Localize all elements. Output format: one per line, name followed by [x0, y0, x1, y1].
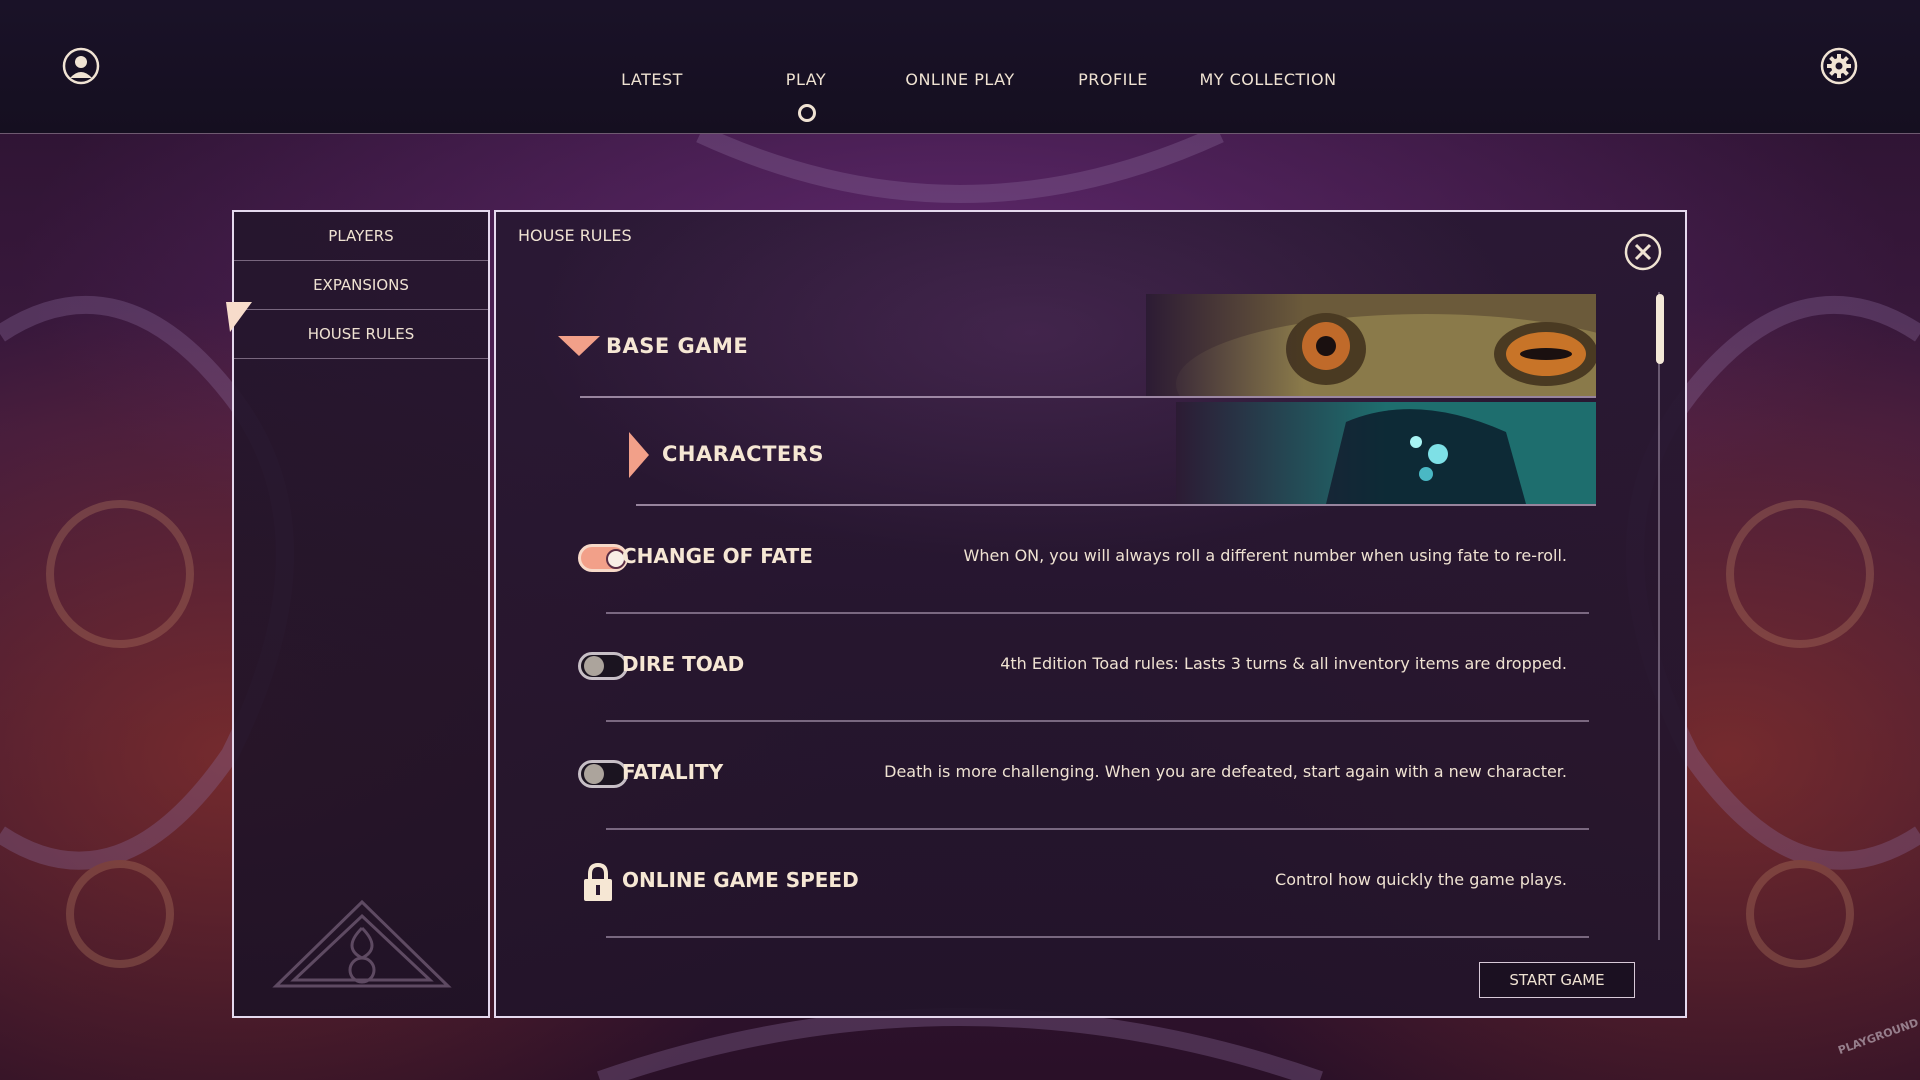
base-game-label: BASE GAME [606, 334, 749, 358]
dire-toad-toggle[interactable] [578, 652, 628, 680]
scrollbar-thumb[interactable] [1656, 294, 1664, 364]
expanded-triangle-icon [558, 336, 600, 356]
lock-icon [584, 862, 612, 901]
watermark: PLAYGROUND [1836, 1015, 1920, 1058]
emblem-logo [272, 899, 452, 988]
characters-banner-art [1176, 402, 1596, 504]
sidebar-item-players[interactable]: PLAYERS [234, 212, 488, 261]
close-icon[interactable] [1624, 233, 1662, 271]
start-game-button[interactable]: START GAME [1479, 962, 1635, 998]
nav-my-collection[interactable]: MY COLLECTION [1199, 70, 1336, 89]
nav-active-indicator [798, 104, 816, 122]
nav-latest[interactable]: LATEST [621, 70, 683, 89]
sidebar-item-expansions[interactable]: EXPANSIONS [234, 261, 488, 310]
panel-title: HOUSE RULES [518, 226, 632, 245]
rule-description: Control how quickly the game plays. [1275, 870, 1567, 889]
fatality-toggle[interactable] [578, 760, 628, 788]
sidebar-item-house-rules[interactable]: HOUSE RULES [234, 310, 488, 359]
rule-name: CHANGE OF FATE [622, 544, 813, 568]
rule-name: FATALITY [622, 760, 724, 784]
rule-row: DIRE TOAD 4th Edition Toad rules: Lasts … [578, 614, 1589, 722]
nav-online-play[interactable]: ONLINE PLAY [905, 70, 1014, 89]
rule-name: ONLINE GAME SPEED [622, 868, 859, 892]
toggle-knob [584, 764, 604, 784]
base-game-banner-art [1146, 294, 1596, 396]
nav-play[interactable]: PLAY [786, 70, 826, 89]
rule-row: FATALITY Death is more challenging. When… [578, 722, 1589, 830]
rule-row: ONLINE GAME SPEED Control how quickly th… [584, 830, 1589, 938]
selected-marker-icon [226, 302, 252, 332]
nav-profile[interactable]: PROFILE [1078, 70, 1148, 89]
rule-description: Death is more challenging. When you are … [884, 762, 1567, 781]
base-game-divider [580, 396, 1596, 398]
toggle-knob [584, 656, 604, 676]
side-menu: PLAYERS EXPANSIONS HOUSE RULES [232, 210, 490, 1018]
rule-description: When ON, you will always roll a differen… [963, 546, 1567, 565]
collapsed-triangle-icon [629, 432, 649, 478]
change-of-fate-toggle[interactable] [578, 544, 628, 572]
rule-row: CHANGE OF FATE When ON, you will always … [578, 506, 1589, 614]
characters-label: CHARACTERS [662, 442, 825, 466]
top-navigation-bar: LATEST PLAY ONLINE PLAY PROFILE MY COLLE… [0, 0, 1920, 134]
rule-name: DIRE TOAD [622, 652, 745, 676]
rule-description: 4th Edition Toad rules: Lasts 3 turns & … [1000, 654, 1567, 673]
scrollbar-track[interactable] [1658, 292, 1660, 940]
rule-divider [606, 936, 1589, 938]
house-rules-panel: HOUSE RULES BASE GAME CHARACTERS CHANGE … [494, 210, 1687, 1018]
main-nav: LATEST PLAY ONLINE PLAY PROFILE MY COLLE… [0, 70, 1920, 110]
